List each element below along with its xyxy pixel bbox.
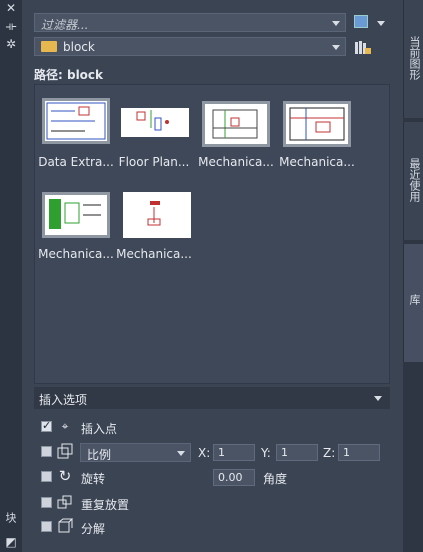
tab-current-drawing[interactable]: 当前图形 (403, 0, 423, 118)
close-icon[interactable]: ✕ (4, 2, 18, 14)
z-scale-input[interactable]: 1 (338, 444, 380, 461)
drawing-preview-icon (147, 201, 161, 226)
insertion-point-label: 插入点 (81, 422, 118, 436)
scale-select-value: 比例 (87, 448, 112, 462)
tab-recent-label: 最近使用 (408, 158, 421, 202)
repeat-label: 重复放置 (81, 498, 130, 512)
block-thumbnail[interactable] (121, 108, 189, 137)
block-thumbnail[interactable] (202, 101, 270, 147)
view-options-icon[interactable] (354, 15, 368, 28)
explode-icon (57, 518, 74, 534)
chevron-down-icon (332, 21, 340, 26)
browse-library-icon[interactable] (354, 39, 371, 55)
rotate-label: 旋转 (81, 472, 106, 486)
palette-tabs: 当前图形 最近使用 库 (403, 0, 423, 552)
insert-options-title: 插入选项 (39, 393, 88, 407)
palette-title-strip: ✕ ⟛ ✲ 块 ◩ (0, 0, 22, 552)
view-options-arrow-icon[interactable] (377, 21, 385, 26)
thumbnail-label: Mechanica... (279, 155, 355, 169)
block-thumbnail[interactable] (123, 192, 191, 238)
tab-current-label: 当前图形 (408, 36, 421, 80)
insertion-point-icon: ⌖ (61, 419, 69, 433)
explode-label: 分解 (81, 522, 106, 536)
auto-hide-icon[interactable]: ⟛ (4, 20, 18, 32)
insertion-point-checkbox[interactable] (41, 419, 52, 432)
drawing-preview-icon (46, 102, 106, 140)
folder-value: block (63, 40, 95, 54)
block-thumbnail[interactable] (283, 101, 351, 147)
drawing-preview-icon (212, 109, 258, 139)
path-label: 路径: block (34, 68, 104, 82)
thumbnail-label: Data Extra... (38, 155, 114, 169)
y-label: Y: (261, 446, 271, 460)
scale-icon (57, 443, 73, 459)
y-scale-input[interactable]: 1 (276, 444, 318, 461)
drawing-preview-icon (289, 107, 345, 141)
drawing-preview-icon (136, 110, 169, 131)
explode-checkbox[interactable] (41, 521, 52, 532)
palette-title: 块 (4, 512, 17, 523)
scale-select[interactable]: 比例 (80, 443, 191, 462)
browse-library-icon (355, 41, 371, 54)
angle-label: 角度 (263, 472, 288, 486)
filter-placeholder: 过滤器... (41, 18, 89, 32)
chevron-down-icon (177, 451, 185, 456)
folder-combo[interactable]: block (34, 37, 346, 56)
drawing-preview-icon (49, 199, 101, 229)
thumbnail-label: Floor Plan... (118, 155, 190, 169)
folder-icon (41, 41, 57, 52)
thumbnail-label: Mechanica... (38, 247, 114, 261)
x-scale-input[interactable]: 1 (213, 444, 255, 461)
tab-library-label: 库 (408, 294, 421, 305)
block-thumbnail[interactable] (42, 98, 110, 144)
chevron-down-icon (374, 396, 382, 401)
tab-library[interactable]: 库 (403, 244, 423, 362)
repeat-checkbox[interactable] (41, 497, 52, 508)
scale-checkbox[interactable] (41, 446, 52, 457)
chevron-down-icon (332, 45, 340, 50)
rotate-checkbox[interactable] (41, 471, 52, 482)
thumbnail-label: Mechanica... (116, 247, 192, 261)
palette-icon[interactable]: ◩ (4, 536, 18, 548)
settings-icon[interactable]: ✲ (4, 38, 18, 50)
x-label: X: (198, 446, 211, 460)
insert-options-header[interactable]: 插入选项 (34, 387, 390, 409)
block-thumbnail[interactable] (42, 192, 110, 238)
repeat-placement-icon (57, 494, 73, 510)
angle-input[interactable]: 0.00 (213, 469, 255, 486)
rotate-icon: ↻ (58, 467, 72, 485)
z-label: Z: (323, 446, 336, 460)
tab-recent[interactable]: 最近使用 (403, 122, 423, 240)
filter-combo[interactable]: 过滤器... (34, 13, 346, 32)
thumbnail-label: Mechanica... (198, 155, 274, 169)
